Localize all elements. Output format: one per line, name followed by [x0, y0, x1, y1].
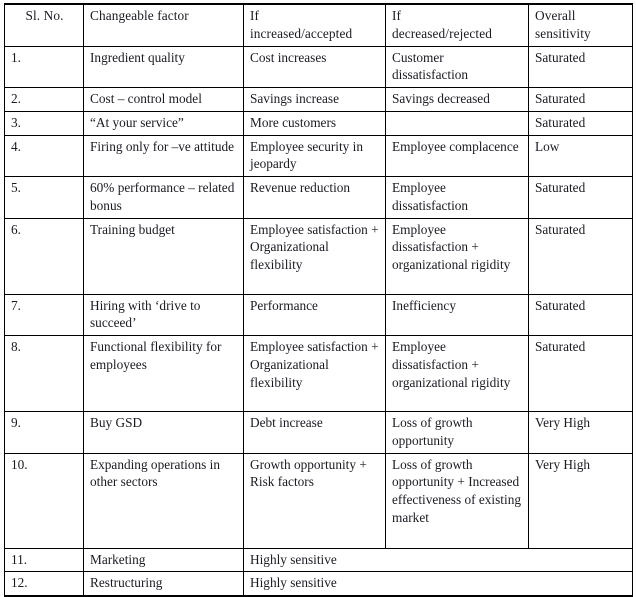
- cell-overall-sensitivity: Saturated: [528, 293, 633, 336]
- cell-if-decreased-rejected: [385, 110, 529, 136]
- column-header-changeable-factor: Changeable factor: [83, 3, 244, 47]
- cell-if-increased-accepted: Employee satisfaction + Organizational f…: [243, 217, 386, 295]
- cell-sl-no: 4.: [4, 134, 84, 177]
- cell-changeable-factor: Expanding operations in other sectors: [83, 452, 244, 549]
- cell-overall-sensitivity: Very High: [528, 452, 633, 549]
- column-header-overall-sensitivity: Overall sensitivity: [528, 3, 633, 47]
- cell-sl-no: 10.: [4, 452, 84, 549]
- cell-overall-sensitivity: Saturated: [528, 176, 633, 219]
- cell-if-increased-accepted: Performance: [243, 293, 386, 336]
- table-row: 1. Ingredient quality Cost increases Custom…: [4, 45, 633, 88]
- cell-if-decreased-rejected: Employee dissatisfaction + organizationa…: [385, 217, 529, 295]
- cell-sl-no: 5.: [4, 176, 84, 219]
- cell-if-increased-accepted: Revenue reduction: [243, 176, 386, 219]
- sensitivity-table: Sl. No. Changeable factor If increased/a…: [4, 3, 633, 597]
- cell-if-decreased-rejected: Employee dissatisfaction + organizationa…: [385, 335, 529, 412]
- cell-overall-sensitivity: Saturated: [528, 110, 633, 136]
- cell-changeable-factor: Ingredient quality: [83, 45, 244, 88]
- table-row: 8. Functional flexibility for employees Em…: [4, 335, 633, 412]
- column-header-if-increased-line1: If: [250, 8, 260, 23]
- column-header-if-decreased-line2: decreased/rejected: [392, 25, 492, 41]
- cell-changeable-factor: 60% performance – related bonus: [83, 176, 244, 219]
- cell-if-increased-accepted: Growth opportunity + Risk factors: [243, 452, 386, 549]
- cell-if-increased-accepted: More customers: [243, 110, 386, 136]
- sensitivity-table-container: Sl. No. Changeable factor If increased/a…: [4, 3, 633, 597]
- cell-if-increased-accepted: Savings increase: [243, 87, 386, 112]
- table-row: 2. Cost – control model Savings increase Sa…: [4, 87, 633, 112]
- cell-changeable-factor: Marketing: [83, 547, 244, 573]
- cell-if-increased-accepted: Cost increases: [243, 45, 386, 88]
- cell-changeable-factor: Firing only for –ve attitude: [83, 134, 244, 177]
- table-row: 9. Buy GSD Debt increase Loss of growth opp…: [4, 411, 633, 454]
- cell-changeable-factor: “At your service”: [83, 110, 244, 136]
- cell-overall-sensitivity: Saturated: [528, 335, 633, 412]
- cell-if-increased-accepted: Employee security in jeopardy: [243, 134, 386, 177]
- table-row: 11. Marketing Highly sensitive: [4, 547, 633, 573]
- cell-if-decreased-rejected: Customer dissatisfaction: [385, 45, 529, 88]
- cell-if-decreased-rejected: Loss of growth opportunity + Increased e…: [385, 452, 529, 549]
- cell-sl-no: 3.: [4, 110, 84, 136]
- table-row: 6. Training budget Employee satisfaction +…: [4, 217, 633, 295]
- cell-sl-no: 9.: [4, 411, 84, 454]
- column-header-sl-no: Sl. No.: [4, 3, 84, 47]
- cell-sl-no: 2.: [4, 87, 84, 112]
- cell-changeable-factor: Training budget: [83, 217, 244, 295]
- cell-overall-sensitivity: Saturated: [528, 217, 633, 295]
- cell-merged-sensitivity: Highly sensitive: [243, 547, 633, 573]
- cell-if-increased-accepted: Debt increase: [243, 411, 386, 454]
- cell-sl-no: 8.: [4, 335, 84, 412]
- cell-if-increased-accepted: Employee satisfaction + Organizational f…: [243, 335, 386, 412]
- table-row: 7. Hiring with ‘drive to succeed’ Performa…: [4, 293, 633, 336]
- cell-sl-no: 12.: [4, 571, 84, 597]
- table-header-row: Sl. No. Changeable factor If increased/a…: [4, 3, 633, 47]
- cell-overall-sensitivity: Very High: [528, 411, 633, 454]
- column-header-overall-line1: Overall: [535, 8, 576, 23]
- column-header-if-decreased-line1: If: [392, 8, 402, 23]
- cell-sl-no: 11.: [4, 547, 84, 573]
- cell-if-decreased-rejected: Savings decreased: [385, 87, 529, 112]
- table-row: 12. Restructuring Highly sensitive: [4, 571, 633, 597]
- cell-if-decreased-rejected: Employee complacence: [385, 134, 529, 177]
- cell-if-decreased-rejected: Loss of growth opportunity: [385, 411, 529, 454]
- table-body: 1. Ingredient quality Cost increases Custom…: [4, 45, 633, 597]
- table-row: 5. 60% performance – related bonus Revenue…: [4, 176, 633, 219]
- cell-sl-no: 7.: [4, 293, 84, 336]
- cell-if-decreased-rejected: Inefficiency: [385, 293, 529, 336]
- table-row: 3. “At your service” More customers Saturat…: [4, 110, 633, 136]
- cell-changeable-factor: Hiring with ‘drive to succeed’: [83, 293, 244, 336]
- column-header-if-decreased-rejected: If decreased/rejected: [385, 3, 529, 47]
- cell-changeable-factor: Cost – control model: [83, 87, 244, 112]
- column-header-overall-line2: sensitivity: [535, 25, 591, 41]
- cell-overall-sensitivity: Saturated: [528, 87, 633, 112]
- table-row: 10. Expanding operations in other sectors…: [4, 452, 633, 549]
- cell-changeable-factor: Buy GSD: [83, 411, 244, 454]
- cell-merged-sensitivity: Highly sensitive: [243, 571, 633, 597]
- cell-sl-no: 6.: [4, 217, 84, 295]
- column-header-if-increased-line2: increased/accepted: [250, 25, 353, 41]
- table-header: Sl. No. Changeable factor If increased/a…: [4, 3, 633, 47]
- cell-overall-sensitivity: Saturated: [528, 45, 633, 88]
- table-row: 4. Firing only for –ve attitude Employee s…: [4, 134, 633, 177]
- cell-sl-no: 1.: [4, 45, 84, 88]
- cell-changeable-factor: Functional flexibility for employees: [83, 335, 244, 412]
- column-header-if-increased-accepted: If increased/accepted: [243, 3, 386, 47]
- cell-overall-sensitivity: Low: [528, 134, 633, 177]
- cell-if-decreased-rejected: Employee dissatisfaction: [385, 176, 529, 219]
- cell-changeable-factor: Restructuring: [83, 571, 244, 597]
